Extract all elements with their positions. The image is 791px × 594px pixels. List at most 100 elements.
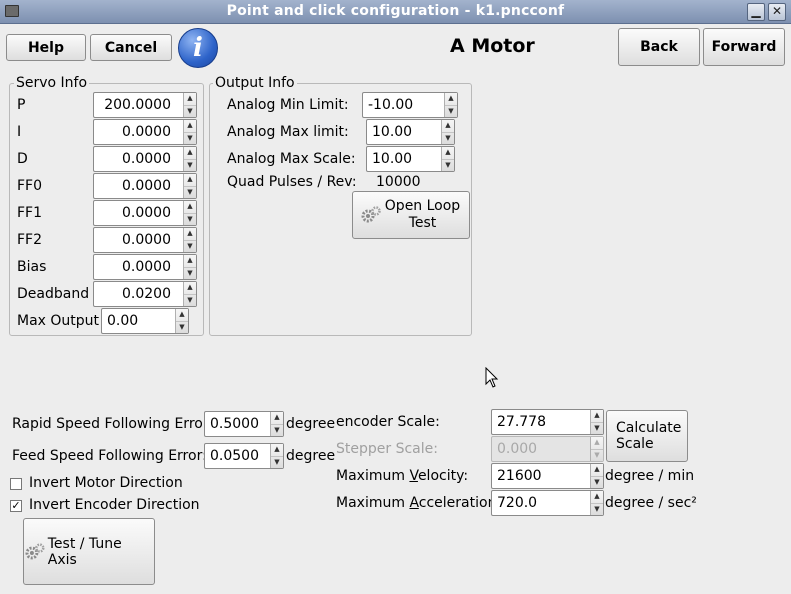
analog-scale-label: Analog Max Scale: — [227, 151, 356, 167]
rapid-following-error-label: Rapid Speed Following Error: — [12, 416, 214, 432]
window-title: Point and click configuration - k1.pncco… — [226, 3, 565, 19]
back-button[interactable]: Back — [618, 28, 700, 66]
spin-down-icon[interactable]: ▼ — [591, 421, 603, 435]
test-tune-axis-label: Test / Tune Axis — [47, 535, 122, 568]
servo-ff1-input[interactable]: 0.0000 ▲ ▼ — [93, 200, 197, 226]
spin-down-icon[interactable]: ▼ — [591, 502, 603, 516]
max-acceleration-unit: degree / sec² — [605, 495, 697, 511]
servo-i-label: I — [17, 124, 22, 140]
calculate-label-1: Calculate — [616, 420, 682, 436]
analog-max-input[interactable]: 10.00 ▲ ▼ — [366, 119, 455, 145]
servo-bias-label: Bias — [17, 259, 47, 275]
forward-button[interactable]: Forward — [703, 28, 785, 66]
gear-icon — [361, 206, 381, 223]
servo-info-title: Servo Info — [14, 75, 90, 91]
encoder-scale-input[interactable]: 27.778 ▲ ▼ — [491, 409, 604, 435]
max-velocity-unit: degree / min — [605, 468, 695, 484]
spin-up-icon[interactable]: ▲ — [176, 309, 188, 321]
spin-up-icon[interactable]: ▲ — [184, 255, 196, 267]
servo-ff2-label: FF2 — [17, 232, 43, 248]
servo-p-label: P — [17, 97, 26, 113]
cancel-button[interactable]: Cancel — [90, 34, 172, 61]
output-info-title: Output Info — [213, 75, 297, 91]
calculate-scale-button[interactable]: Calculate Scale — [606, 410, 688, 462]
servo-ff1-label: FF1 — [17, 205, 43, 221]
spin-up-icon[interactable]: ▲ — [591, 410, 603, 422]
spin-down-icon[interactable]: ▼ — [184, 158, 196, 172]
spin-up-icon[interactable]: ▲ — [184, 147, 196, 159]
spin-down-icon[interactable]: ▼ — [184, 185, 196, 199]
max-output-label: Max Output — [17, 313, 100, 329]
info-icon[interactable]: i — [178, 28, 218, 68]
spin-down-icon[interactable]: ▼ — [271, 455, 283, 469]
spin-up-icon[interactable]: ▲ — [442, 147, 454, 159]
spin-up-icon[interactable]: ▲ — [271, 444, 283, 456]
servo-d-input[interactable]: 0.0000 ▲ ▼ — [93, 146, 197, 172]
max-velocity-input[interactable]: 21600 ▲ ▼ — [491, 463, 604, 489]
spin-up-icon: ▲ — [594, 438, 600, 446]
stepper-scale-label: Stepper Scale: — [336, 441, 438, 457]
analog-scale-input[interactable]: 10.00 ▲ ▼ — [366, 146, 455, 172]
spin-down-icon[interactable]: ▼ — [184, 212, 196, 226]
invert-encoder-checkbox[interactable]: ✓ — [10, 500, 22, 512]
feed-following-error-input[interactable]: 0.0500 ▲ ▼ — [204, 443, 284, 469]
servo-ff0-input[interactable]: 0.0000 ▲ ▼ — [93, 173, 197, 199]
spin-down-icon[interactable]: ▼ — [442, 158, 454, 172]
invert-motor-label[interactable]: Invert Motor Direction — [29, 474, 183, 492]
spin-down-icon[interactable]: ▼ — [442, 131, 454, 145]
spin-up-icon[interactable]: ▲ — [184, 174, 196, 186]
servo-i-input[interactable]: 0.0000 ▲ ▼ — [93, 119, 197, 145]
spin-down-icon[interactable]: ▼ — [184, 266, 196, 280]
servo-deadband-input[interactable]: 0.0200 ▲ ▼ — [93, 281, 197, 307]
feed-following-error-label: Feed Speed Following Error: — [12, 448, 207, 464]
quad-pulses-value: 10000 — [376, 174, 421, 190]
spin-down-icon[interactable]: ▼ — [271, 423, 283, 437]
max-output-input[interactable]: 0.00 ▲ ▼ — [101, 308, 189, 334]
rapid-following-error-input[interactable]: 0.5000 ▲ ▼ — [204, 411, 284, 437]
invert-encoder-label[interactable]: Invert Encoder Direction — [29, 496, 200, 514]
calculate-label-2: Scale — [616, 436, 654, 452]
spin-up-icon[interactable]: ▲ — [271, 412, 283, 424]
spin-down-icon[interactable]: ▼ — [184, 131, 196, 145]
help-button[interactable]: Help — [6, 34, 86, 61]
servo-d-label: D — [17, 151, 28, 167]
spin-down-icon[interactable]: ▼ — [591, 475, 603, 489]
spin-up-icon[interactable]: ▲ — [184, 228, 196, 240]
servo-p-input[interactable]: 200.0000 ▲ ▼ — [93, 92, 197, 118]
spin-up-icon[interactable]: ▲ — [442, 120, 454, 132]
encoder-scale-label: encoder Scale: — [336, 414, 440, 430]
spin-up-icon[interactable]: ▲ — [184, 201, 196, 213]
minimize-button[interactable]: ▁ — [747, 3, 765, 21]
max-velocity-label: Maximum Velocity: — [336, 468, 469, 484]
spin-down-icon[interactable]: ▼ — [445, 104, 457, 118]
spin-down-icon[interactable]: ▼ — [176, 320, 188, 334]
spin-up-icon[interactable]: ▲ — [445, 93, 457, 105]
analog-max-label: Analog Max limit: — [227, 124, 349, 140]
spin-down-icon[interactable]: ▼ — [184, 239, 196, 253]
servo-ff0-label: FF0 — [17, 178, 43, 194]
rapid-following-error-unit: degree — [286, 416, 336, 432]
servo-ff2-input[interactable]: 0.0000 ▲ ▼ — [93, 227, 197, 253]
page-title: A Motor — [450, 35, 535, 57]
test-tune-axis-button[interactable]: Test / Tune Axis — [23, 518, 155, 585]
spin-down-icon: ▼ — [591, 448, 603, 462]
open-loop-label-2: Test — [408, 215, 437, 231]
open-loop-label-1: Open Loop — [384, 198, 461, 214]
servo-bias-input[interactable]: 0.0000 ▲ ▼ — [93, 254, 197, 280]
spin-up-icon[interactable]: ▲ — [184, 282, 196, 294]
spin-down-icon[interactable]: ▼ — [184, 293, 196, 307]
spin-down-icon[interactable]: ▼ — [184, 104, 196, 118]
max-acceleration-input[interactable]: 720.0 ▲ ▼ — [491, 490, 604, 516]
open-loop-test-button[interactable]: Open Loop Test — [352, 191, 470, 239]
spin-up-icon[interactable]: ▲ — [184, 120, 196, 132]
window-titlebar[interactable]: Point and click configuration - k1.pncco… — [0, 0, 791, 24]
close-button[interactable]: ✕ — [768, 3, 786, 21]
analog-min-label: Analog Min Limit: — [227, 97, 349, 113]
quad-pulses-label: Quad Pulses / Rev: — [227, 174, 357, 190]
spin-up-icon[interactable]: ▲ — [184, 93, 196, 105]
invert-motor-checkbox[interactable] — [10, 478, 22, 490]
analog-min-input[interactable]: -10.00 ▲ ▼ — [362, 92, 458, 118]
spin-up-icon[interactable]: ▲ — [591, 491, 603, 503]
mouse-pointer-icon — [485, 367, 499, 388]
spin-up-icon[interactable]: ▲ — [591, 464, 603, 476]
